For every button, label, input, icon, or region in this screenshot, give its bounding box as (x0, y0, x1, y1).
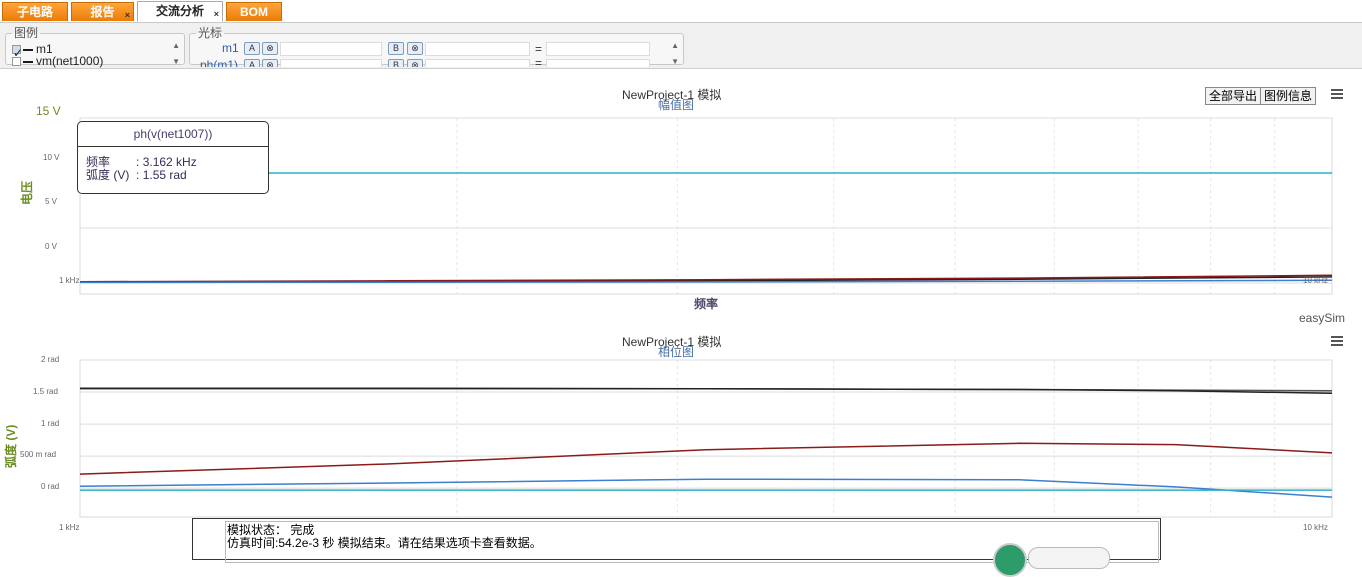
y-tick-label: 15 V (36, 104, 61, 118)
x-tick-label: 1 kHz (59, 276, 80, 285)
tooltip-key: 弧度 (V) (86, 168, 130, 182)
status-button[interactable] (1028, 547, 1110, 569)
y-tick-label: 1 rad (41, 419, 60, 428)
status-message: 仿真时间:54.2e-3 秒 模拟结束。请在结果选项卡查看数据。 (227, 536, 542, 550)
y-tick-label: 500 m rad (20, 450, 57, 459)
tab-label: 交流分析 (155, 4, 204, 18)
legend-item-label: vm(net1000) (36, 54, 104, 68)
clear-icon[interactable]: ⊗ (262, 42, 278, 55)
control-area: 图例 ✓ m1 vm(net1000) ▲ ▼ 光标 m1 A ⊗ B ⊗ = p… (0, 23, 1362, 69)
y-axis-label: 电压 (20, 180, 34, 205)
cursor-delta-field (546, 59, 650, 67)
legend-item-vm-net1000[interactable]: vm(net1000) (12, 54, 103, 68)
legend-panel: 图例 ✓ m1 vm(net1000) ▲ ▼ (5, 26, 185, 68)
cursor-b-button[interactable]: B (388, 42, 404, 55)
x-tick-label: 1 kHz (59, 523, 80, 532)
y-tick-label: 0 rad (41, 482, 60, 491)
scroll-down-icon[interactable]: ▼ (172, 57, 180, 66)
clear-icon[interactable]: ⊗ (262, 59, 278, 67)
status-icon (993, 543, 1027, 577)
cursor-panel-title: 光标 (198, 26, 223, 40)
y-tick-label: 0 V (45, 242, 58, 251)
cursor-a-field[interactable] (280, 59, 382, 67)
tab-label: BOM (240, 5, 268, 19)
clear-icon[interactable]: ⊗ (407, 59, 423, 67)
checkbox-checked[interactable]: ✓ (12, 45, 23, 60)
scroll-up-icon[interactable]: ▲ (671, 41, 679, 50)
tab-bom[interactable]: BOM (226, 2, 282, 21)
data-tooltip: ph(v(net1007)) 频率: 3.162 kHz 弧度 (V): 1.5… (77, 121, 269, 194)
watermark: easySim (1299, 311, 1346, 325)
tab-subcircuit[interactable]: 子电路 (2, 2, 68, 21)
cursor-delta-field (546, 42, 650, 56)
line-swatch (23, 60, 33, 63)
checkbox[interactable] (12, 57, 21, 67)
line-swatch (23, 48, 33, 51)
tab-bar: 子电路 报告 × 交流分析 × BOM (0, 0, 1362, 23)
y-tick-label: 2 rad (41, 355, 60, 364)
magnitude-chart[interactable] (0, 80, 1362, 320)
cursor-b-field[interactable] (425, 59, 530, 67)
cursor-b-button[interactable]: B (388, 59, 404, 67)
cursor-row-2: ph(m1) A ⊗ B ⊗ = (190, 57, 670, 67)
x-tick-label: 10 kHz (1303, 276, 1328, 285)
cursor-label: m1 (222, 41, 239, 55)
tab-label: 子电路 (16, 5, 53, 19)
cursor-a-field[interactable] (280, 42, 382, 56)
scroll-up-icon[interactable]: ▲ (172, 41, 180, 50)
tooltip-value: 1.55 rad (142, 168, 187, 182)
y-axis-label: 弧度 (V) (4, 424, 18, 468)
plot-area (79, 359, 1333, 518)
series-line (79, 442, 1333, 475)
cursor-label: ph(m1) (200, 58, 239, 67)
equals-sign: = (535, 57, 543, 67)
tooltip-row: 弧度 (V): 1.55 rad (86, 166, 187, 183)
tab-report[interactable]: 报告 × (71, 2, 134, 21)
tab-ac-analysis[interactable]: 交流分析 × (137, 1, 223, 22)
clear-icon[interactable]: ⊗ (407, 42, 423, 55)
y-tick-label: 10 V (43, 153, 60, 162)
tab-label: 报告 (90, 5, 115, 19)
simulation-status-panel: 模拟状态： 完成 仿真时间:54.2e-3 秒 模拟结束。请在结果选项卡查看数据… (192, 518, 1161, 577)
cursor-b-field[interactable] (425, 42, 530, 56)
cursor-a-button[interactable]: A (244, 42, 260, 55)
y-tick-label: 1.5 rad (33, 387, 58, 396)
close-icon[interactable]: × (214, 5, 219, 24)
x-axis-label: 频率 (694, 297, 719, 311)
cursor-panel: 光标 m1 A ⊗ B ⊗ = ph(m1) A ⊗ B ⊗ = ▲ ▼ (189, 26, 684, 67)
x-tick-label: 10 kHz (1303, 523, 1328, 532)
scroll-down-icon[interactable]: ▼ (671, 57, 679, 66)
legend-panel-title: 图例 (14, 26, 39, 40)
tooltip-title: ph(v(net1007)) (78, 122, 268, 147)
tooltip-sep: : (136, 168, 140, 182)
cursor-a-button[interactable]: A (244, 59, 260, 67)
y-tick-label: 5 V (45, 197, 58, 206)
equals-sign: = (535, 42, 543, 56)
